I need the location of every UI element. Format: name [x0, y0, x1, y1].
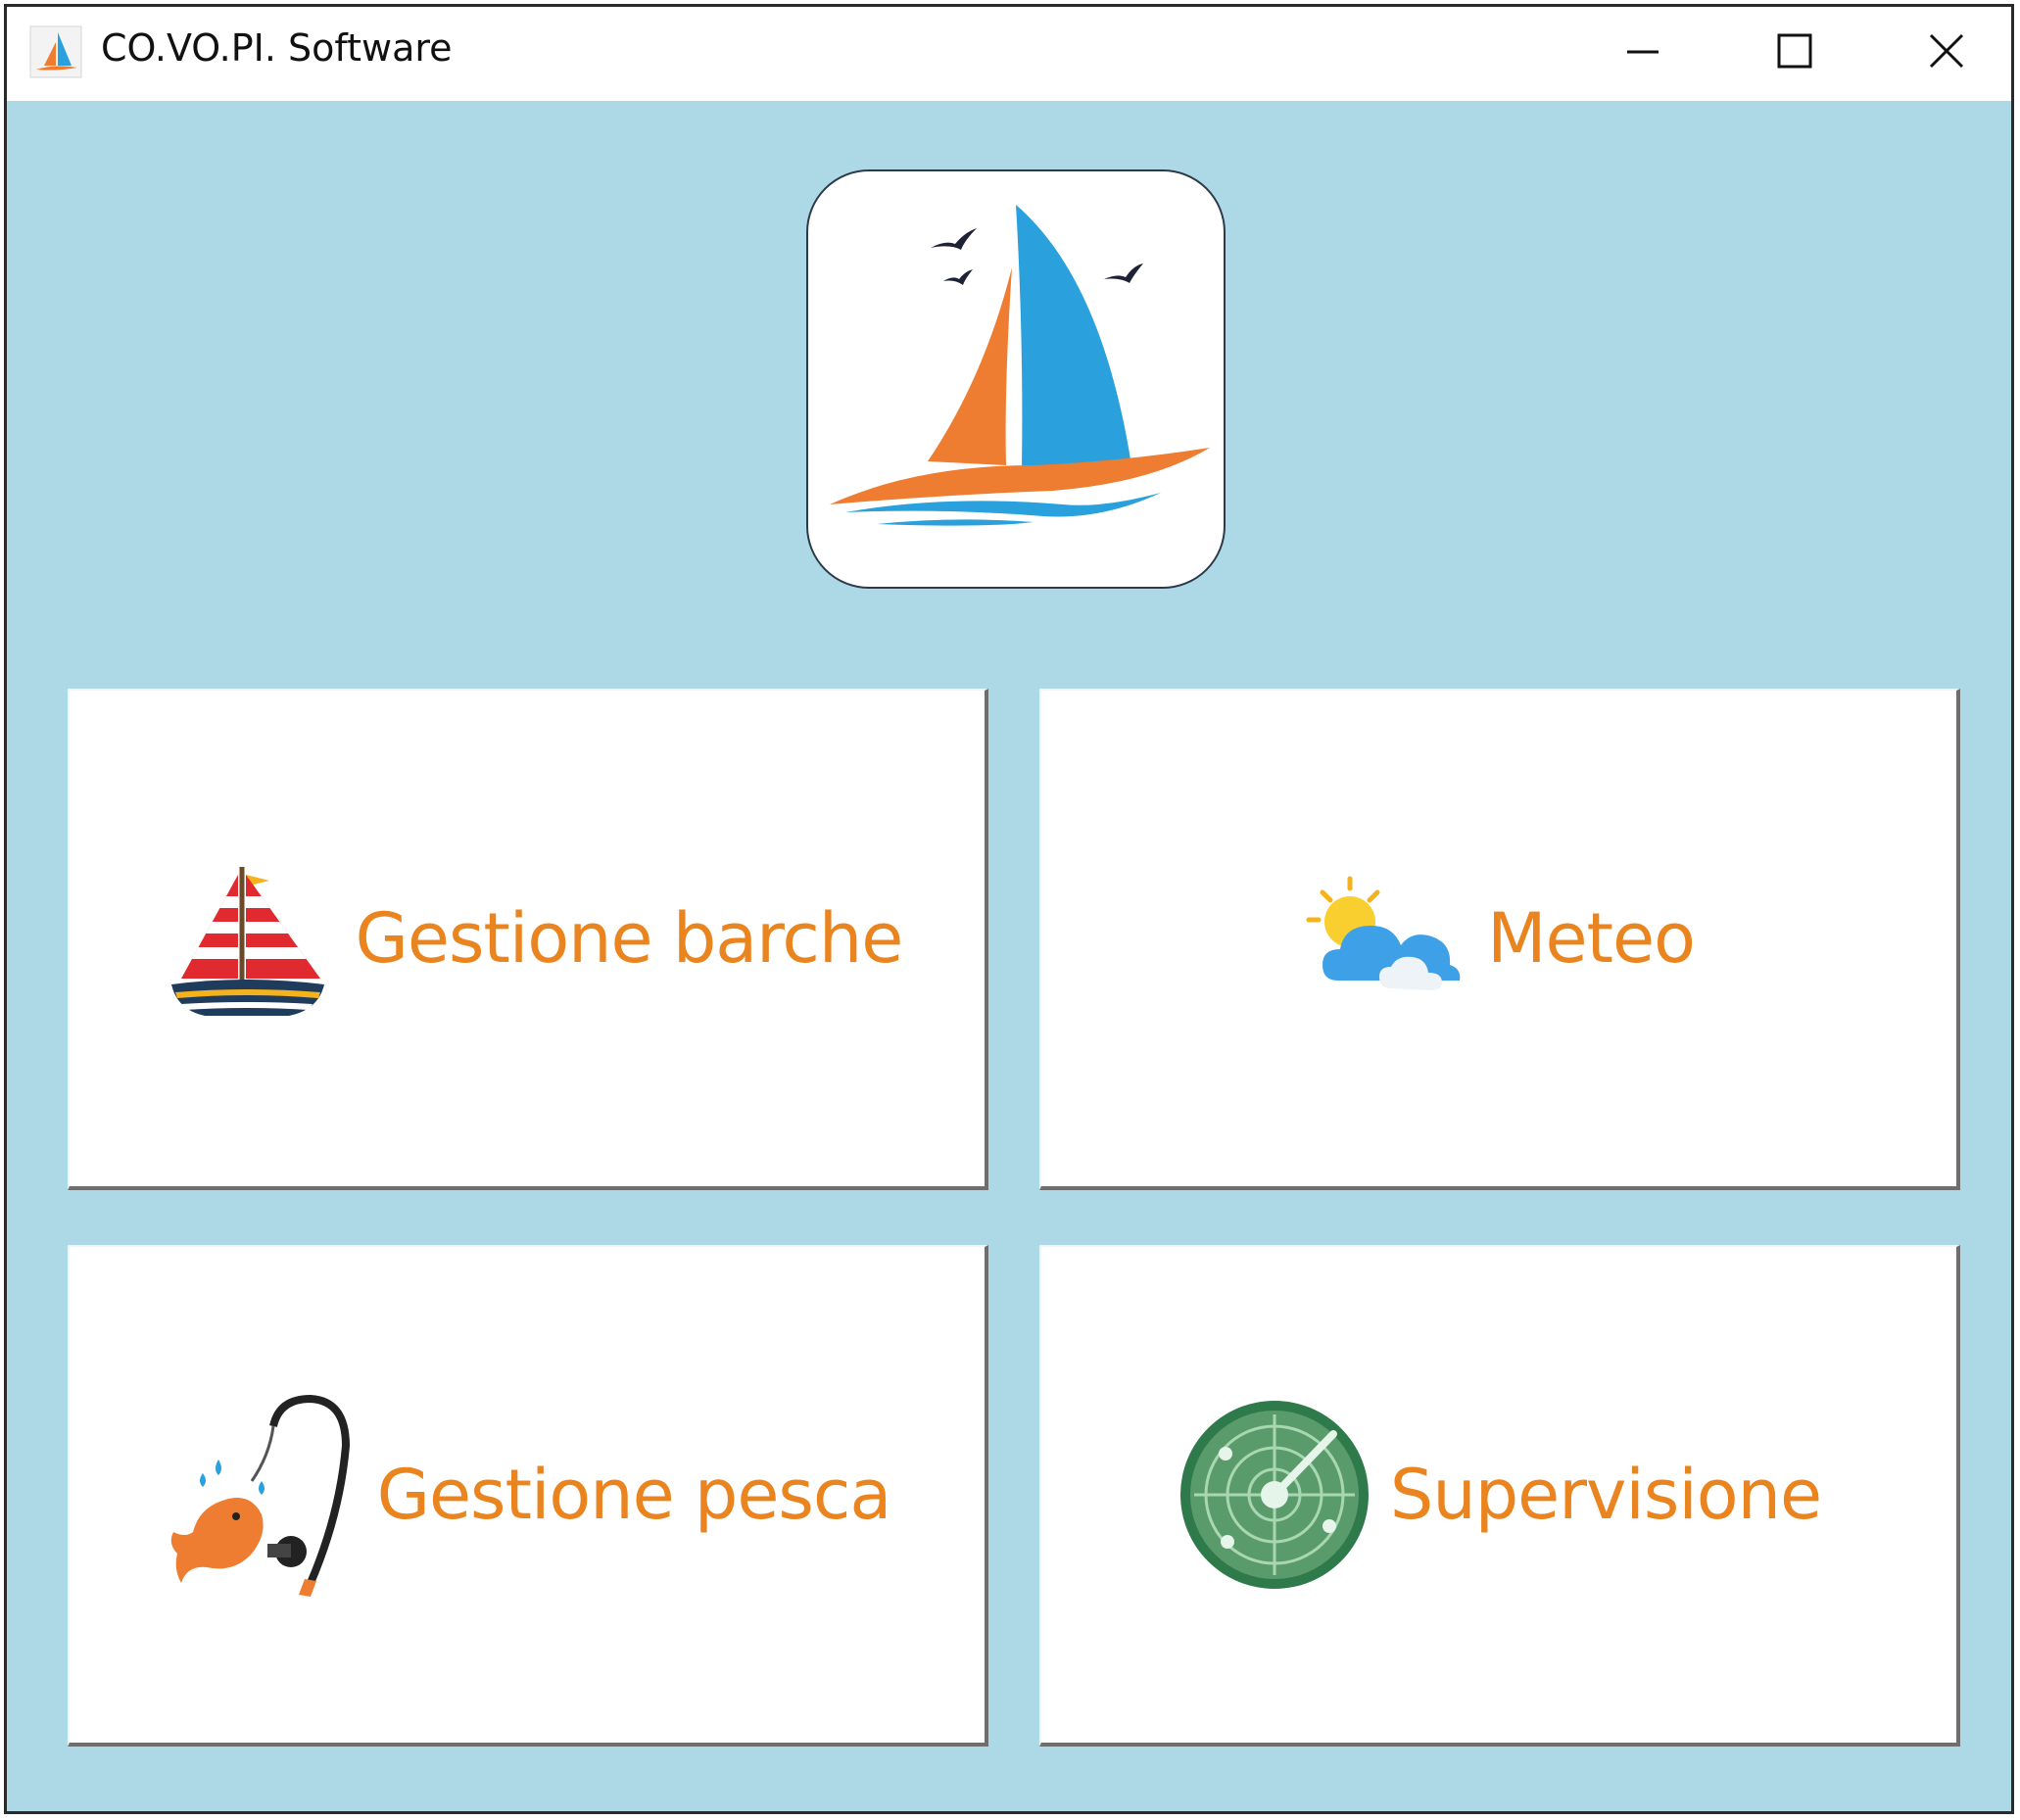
- fishing-icon: [170, 1394, 350, 1597]
- close-button[interactable]: [1873, 7, 2020, 95]
- gestione-pesca-label: Gestione pesca: [376, 1455, 892, 1535]
- supervisione-label: Supervisione: [1389, 1455, 1822, 1535]
- close-icon: [1929, 33, 1964, 69]
- gestione-pesca-button[interactable]: Gestione pesca: [68, 1245, 988, 1747]
- weather-icon: [1306, 876, 1461, 990]
- maximize-icon: [1777, 33, 1812, 69]
- gestione-barche-label: Gestione barche: [355, 898, 904, 979]
- gestione-barche-button[interactable]: Gestione barche: [68, 689, 988, 1190]
- window-title: CO.VO.PI. Software: [101, 26, 453, 70]
- sailboat-logo-icon: [830, 205, 1210, 526]
- radar-icon: [1179, 1401, 1369, 1589]
- supervisione-button[interactable]: Supervisione: [1039, 1245, 1960, 1747]
- app-logo: [806, 169, 1226, 589]
- main-panel: Gestione barche Meteo Gestione pesca Sup…: [7, 101, 2011, 1811]
- sailboat-icon: [170, 867, 324, 1016]
- minimize-button[interactable]: [1569, 7, 1716, 95]
- app-window: CO.VO.PI. Software Gestione barche Meteo…: [4, 4, 2014, 1814]
- title-bar[interactable]: CO.VO.PI. Software: [7, 7, 2011, 101]
- maximize-button[interactable]: [1721, 7, 1868, 95]
- minimize-icon: [1627, 50, 1659, 54]
- meteo-label: Meteo: [1487, 898, 1696, 979]
- meteo-button[interactable]: Meteo: [1039, 689, 1960, 1190]
- app-logo-icon: [29, 25, 82, 78]
